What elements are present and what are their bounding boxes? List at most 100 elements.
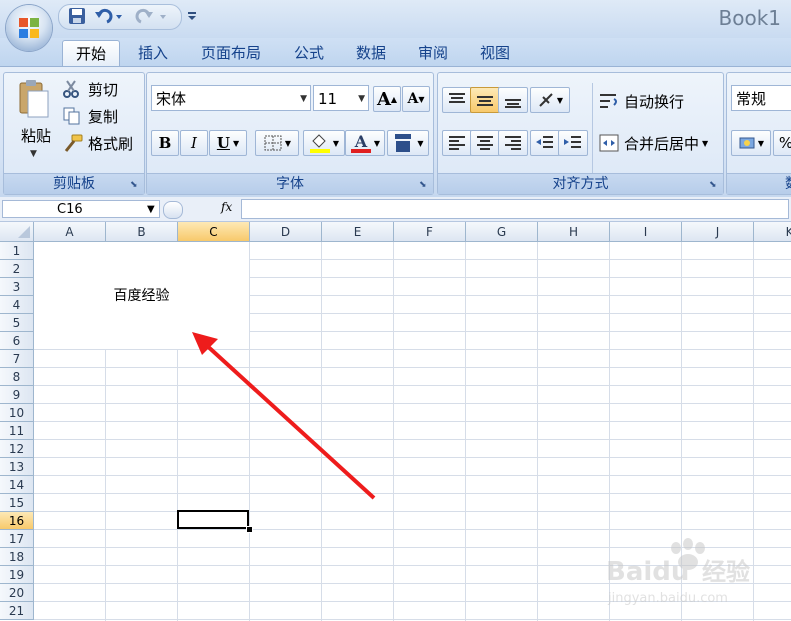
- fill-handle[interactable]: [246, 526, 253, 533]
- baidu-watermark: Baidu 经验 jingyan.baidu.com: [606, 538, 750, 606]
- align-center-button[interactable]: [470, 130, 500, 156]
- font-size-value: 11: [318, 90, 338, 108]
- font-name-value: 宋体: [156, 90, 187, 108]
- italic-button[interactable]: I: [180, 130, 208, 156]
- row-header-5[interactable]: 5: [0, 314, 34, 332]
- row-header-7[interactable]: 7: [0, 350, 34, 368]
- shrink-font-icon: ▼: [418, 94, 425, 104]
- office-button[interactable]: [6, 5, 52, 51]
- bold-button[interactable]: B: [151, 130, 179, 156]
- wrap-text-button[interactable]: 自动换行: [598, 89, 684, 113]
- tab-view[interactable]: 视图: [470, 40, 520, 66]
- format-painter-icon: [64, 134, 83, 152]
- font-launcher-icon[interactable]: ⬊: [419, 180, 429, 190]
- row-header-4[interactable]: 4: [0, 296, 34, 314]
- decrease-indent-icon: [536, 136, 553, 148]
- increase-indent-button[interactable]: [558, 130, 588, 156]
- bottom-align-button[interactable]: [498, 87, 528, 113]
- select-all-corner[interactable]: [0, 222, 34, 242]
- borders-button[interactable]: ▼: [255, 130, 299, 156]
- row-header-14[interactable]: 14: [0, 476, 34, 494]
- formula-input[interactable]: [241, 199, 789, 219]
- row-header-2[interactable]: 2: [0, 260, 34, 278]
- align-right-icon: [505, 136, 521, 150]
- tab-page-layout[interactable]: 页面布局: [190, 40, 272, 66]
- column-header-d[interactable]: D: [250, 222, 322, 242]
- alignment-divider: [592, 83, 593, 173]
- grow-font-button[interactable]: A ▲: [373, 86, 401, 112]
- font-name-combo[interactable]: 宋体 ▼: [151, 85, 311, 111]
- underline-button[interactable]: U ▼: [209, 130, 247, 156]
- redo-button[interactable]: [134, 6, 170, 26]
- copy-button[interactable]: 复制: [62, 104, 142, 128]
- row-header-10[interactable]: 10: [0, 404, 34, 422]
- name-box-dropdown-icon[interactable]: ▼: [147, 201, 155, 219]
- column-header-h[interactable]: H: [538, 222, 610, 242]
- row-header-21[interactable]: 21: [0, 602, 34, 620]
- fill-color-button[interactable]: ▼: [303, 130, 345, 156]
- cut-button[interactable]: 剪切: [62, 77, 142, 101]
- format-painter-button[interactable]: 格式刷: [62, 131, 142, 155]
- undo-button[interactable]: [94, 6, 124, 26]
- merge-center-button[interactable]: 合并后居中 ▼: [598, 131, 708, 155]
- column-header-b[interactable]: B: [106, 222, 178, 242]
- align-left-button[interactable]: [442, 130, 472, 156]
- column-header-f[interactable]: F: [394, 222, 466, 242]
- row-header-3[interactable]: 3: [0, 278, 34, 296]
- phonetic-guide-button[interactable]: ▼: [387, 130, 429, 156]
- active-cell-c16[interactable]: [177, 510, 249, 529]
- align-right-button[interactable]: [498, 130, 528, 156]
- decrease-indent-button[interactable]: [530, 130, 560, 156]
- font-size-combo[interactable]: 11 ▼: [313, 85, 369, 111]
- customize-qat-button[interactable]: [184, 6, 200, 26]
- watermark-brand-cn: 经验: [702, 558, 750, 586]
- column-header-c[interactable]: C: [178, 222, 250, 242]
- row-header-8[interactable]: 8: [0, 368, 34, 386]
- name-box[interactable]: C16 ▼: [2, 200, 160, 218]
- borders-icon: [264, 135, 282, 151]
- increase-indent-icon: [564, 136, 581, 148]
- column-header-j[interactable]: J: [682, 222, 754, 242]
- middle-align-button[interactable]: [470, 87, 500, 113]
- row-header-15[interactable]: 15: [0, 494, 34, 512]
- number-format-combo[interactable]: 常规: [731, 85, 791, 111]
- orientation-icon: [539, 93, 553, 107]
- row-header-16[interactable]: 16: [0, 512, 34, 530]
- tab-home[interactable]: 开始: [62, 40, 120, 67]
- tab-data[interactable]: 数据: [346, 40, 396, 66]
- row-header-9[interactable]: 9: [0, 386, 34, 404]
- formula-bar-toggle[interactable]: [163, 201, 183, 219]
- row-header-20[interactable]: 20: [0, 584, 34, 602]
- paste-button[interactable]: 粘贴 ▼: [10, 77, 56, 165]
- merged-cell-text: 百度经验: [113, 288, 170, 304]
- column-header-a[interactable]: A: [34, 222, 106, 242]
- row-header-13[interactable]: 13: [0, 458, 34, 476]
- tab-review[interactable]: 审阅: [408, 40, 458, 66]
- orientation-button[interactable]: ▼: [530, 87, 570, 113]
- customize-icon: [188, 12, 196, 20]
- shrink-font-button[interactable]: A ▼: [402, 86, 430, 112]
- row-header-17[interactable]: 17: [0, 530, 34, 548]
- row-header-19[interactable]: 19: [0, 566, 34, 584]
- column-header-e[interactable]: E: [322, 222, 394, 242]
- insert-function-button[interactable]: fx: [221, 200, 232, 214]
- percent-style-button[interactable]: %: [773, 130, 791, 156]
- top-align-button[interactable]: [442, 87, 472, 113]
- tab-insert[interactable]: 插入: [128, 40, 178, 66]
- accounting-format-button[interactable]: ▼: [731, 130, 771, 156]
- row-header-6[interactable]: 6: [0, 332, 34, 350]
- copy-label: 复制: [88, 107, 119, 126]
- save-icon: [69, 8, 85, 24]
- alignment-launcher-icon[interactable]: ⬊: [709, 180, 719, 190]
- column-header-g[interactable]: G: [466, 222, 538, 242]
- row-header-12[interactable]: 12: [0, 440, 34, 458]
- row-header-1[interactable]: 1: [0, 242, 34, 260]
- font-color-button[interactable]: A ▼: [345, 130, 385, 156]
- row-header-11[interactable]: 11: [0, 422, 34, 440]
- column-header-k[interactable]: K: [754, 222, 791, 242]
- tab-formulas[interactable]: 公式: [284, 40, 334, 66]
- clipboard-launcher-icon[interactable]: ⬊: [130, 180, 140, 190]
- column-header-i[interactable]: I: [610, 222, 682, 242]
- save-button[interactable]: [66, 6, 88, 26]
- row-header-18[interactable]: 18: [0, 548, 34, 566]
